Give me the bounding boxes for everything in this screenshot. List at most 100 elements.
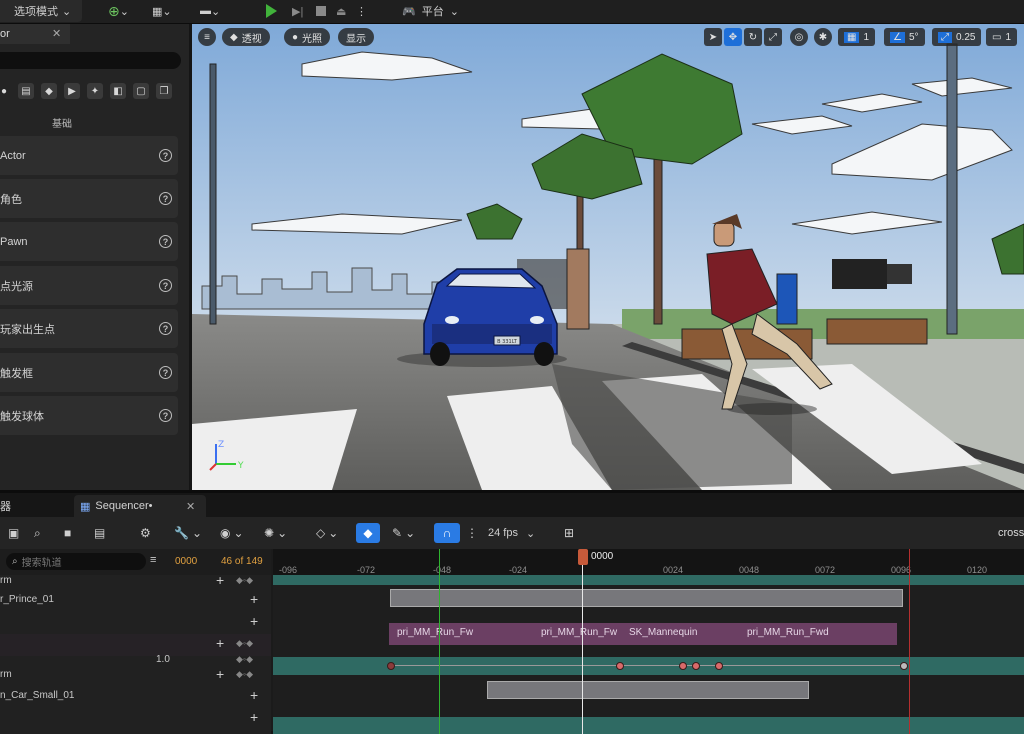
- timeline[interactable]: -096 -072 -048 -024 0024 0048 0072 0096 …: [273, 549, 1024, 734]
- track-search-input[interactable]: ⌕ 搜索轨道: [6, 553, 146, 570]
- panel-tab[interactable]: or ✕: [0, 24, 70, 44]
- track-row[interactable]: r_Prince_01 +: [0, 590, 271, 612]
- play-button[interactable]: [266, 0, 277, 22]
- surface-snap-button[interactable]: ✱: [814, 28, 832, 46]
- cinematics-button[interactable]: ▬ ⌄: [200, 0, 220, 22]
- geometry-icon[interactable]: ▢: [133, 83, 149, 99]
- viewport-menu-button[interactable]: ≡: [198, 28, 216, 46]
- anim-clip[interactable]: pri_MM_Run_Fw: [397, 627, 497, 645]
- anim-clip[interactable]: pri_MM_Run_Fw: [541, 627, 621, 645]
- show-button[interactable]: 显示: [338, 28, 374, 46]
- filter-icon[interactable]: ≡: [150, 554, 156, 566]
- rotate-tool-button[interactable]: ↻: [744, 28, 762, 46]
- mode-selector-button[interactable]: 选项模式 ⌄: [0, 0, 82, 22]
- translate-tool-button[interactable]: ✥: [724, 28, 742, 46]
- keyframe[interactable]: [387, 662, 395, 670]
- track-row[interactable]: rm + ◆◦◆: [0, 665, 271, 687]
- platform-button[interactable]: 🎮 平台 ⌄: [402, 0, 459, 22]
- camera-button[interactable]: ■: [64, 523, 71, 543]
- close-icon[interactable]: ✕: [52, 27, 61, 40]
- snap-options-button[interactable]: ⋮: [466, 523, 478, 543]
- transform-lane[interactable]: [273, 717, 1024, 734]
- track-row[interactable]: +: [0, 612, 271, 634]
- actor-lane[interactable]: [273, 585, 1024, 623]
- add-icon[interactable]: +: [216, 572, 224, 588]
- level-viewport[interactable]: B 331LT Z Y ≡ ◆ 透视 ● 光照 显示 ➤ ✥ ↻ ⤢ ◎ ✱ ▦…: [192, 24, 1024, 490]
- add-icon[interactable]: +: [216, 635, 224, 651]
- edit-mode-button[interactable]: ✎ ⌄: [392, 523, 415, 543]
- play-options-button[interactable]: ⋮: [356, 0, 367, 22]
- help-icon[interactable]: ?: [159, 279, 172, 292]
- add-actor-button[interactable]: ⊕ ⌄: [108, 0, 129, 22]
- scale-snap-button[interactable]: ⤢ 0.25: [932, 28, 982, 46]
- step-button[interactable]: ▶|: [292, 0, 303, 22]
- keyframe[interactable]: [692, 662, 700, 670]
- actions-button[interactable]: ⚙: [140, 523, 151, 543]
- time-ruler[interactable]: -096 -072 -048 -024 0024 0048 0072 0096 …: [273, 549, 1024, 575]
- grid-snap-button[interactable]: ▦ 1: [838, 28, 876, 46]
- track-row[interactable]: +: [0, 708, 271, 730]
- autokey-button[interactable]: ◆: [356, 523, 380, 543]
- find-asset-button[interactable]: ⌕: [34, 523, 41, 543]
- camera-speed-button[interactable]: ▭ 1: [986, 28, 1018, 46]
- cinematic-icon[interactable]: ▤: [18, 83, 34, 99]
- search-input[interactable]: [0, 52, 181, 69]
- start-range-marker[interactable]: [439, 549, 440, 734]
- keyframe[interactable]: [900, 662, 908, 670]
- view-options-button[interactable]: ◉ ⌄: [220, 523, 244, 543]
- playhead-line[interactable]: [582, 549, 583, 734]
- anim-clip[interactable]: SK_Mannequin: [629, 627, 705, 645]
- keyframe[interactable]: [616, 662, 624, 670]
- car-clip[interactable]: [487, 681, 809, 699]
- perspective-button[interactable]: ◆ 透视: [222, 28, 270, 46]
- help-icon[interactable]: ?: [159, 366, 172, 379]
- key-nav-icon[interactable]: ◆◦◆: [236, 638, 253, 649]
- playhead-handle[interactable]: [578, 549, 588, 565]
- help-icon[interactable]: ?: [159, 235, 172, 248]
- render-button[interactable]: ▤: [94, 523, 105, 543]
- keyframe[interactable]: [715, 662, 723, 670]
- help-icon[interactable]: ?: [159, 322, 172, 335]
- light-bulb-icon[interactable]: ●: [0, 83, 12, 99]
- car-lane[interactable]: [273, 675, 1024, 734]
- eject-button[interactable]: ⏏: [336, 0, 346, 22]
- add-icon[interactable]: +: [250, 591, 258, 607]
- volume-icon[interactable]: ◧: [110, 83, 126, 99]
- key-nav-icon[interactable]: ◆◦◆: [236, 654, 253, 665]
- actor-item[interactable]: 触发框 ?: [0, 353, 178, 392]
- track-row[interactable]: n_Car_Small_01 +: [0, 686, 271, 708]
- close-icon[interactable]: ✕: [186, 500, 195, 513]
- key-nav-icon[interactable]: ◆◦◆: [236, 575, 253, 586]
- key-nav-icon[interactable]: ◆◦◆: [236, 669, 253, 680]
- actor-item[interactable]: Pawn ?: [0, 222, 178, 261]
- rotation-snap-button[interactable]: ∠ 5°: [884, 28, 925, 46]
- actor-item[interactable]: 触发球体 ?: [0, 396, 178, 435]
- current-frame-field[interactable]: 0000: [175, 556, 197, 567]
- keyframe[interactable]: [679, 662, 687, 670]
- shape-icon[interactable]: ◆: [41, 83, 57, 99]
- blueprint-button[interactable]: ▦ ⌄: [152, 0, 172, 22]
- anim-clip[interactable]: pri_MM_Run_Fwd: [747, 627, 847, 645]
- help-icon[interactable]: ?: [159, 409, 172, 422]
- end-range-marker[interactable]: [909, 549, 910, 734]
- media-icon[interactable]: ▶: [64, 83, 80, 99]
- world-local-button[interactable]: ◎: [790, 28, 808, 46]
- actor-item[interactable]: 点光源 ?: [0, 266, 178, 305]
- all-classes-icon[interactable]: ❐: [156, 83, 172, 99]
- add-icon[interactable]: +: [250, 613, 258, 629]
- help-icon[interactable]: ?: [159, 149, 172, 162]
- tab-sequencer[interactable]: ▦ Sequencer• ✕: [74, 495, 206, 517]
- save-sequence-button[interactable]: ▣: [8, 523, 19, 543]
- tab-left[interactable]: 器: [0, 495, 70, 517]
- effects-icon[interactable]: ✦: [87, 83, 103, 99]
- tools-menu-button[interactable]: 🔧 ⌄: [174, 523, 202, 543]
- add-icon[interactable]: +: [250, 709, 258, 725]
- add-icon[interactable]: +: [216, 666, 224, 682]
- help-icon[interactable]: ?: [159, 192, 172, 205]
- snap-toggle-button[interactable]: ∩: [434, 523, 460, 543]
- fps-selector[interactable]: 24 fps ⌄: [488, 523, 535, 543]
- transform-lane[interactable]: [273, 657, 1024, 675]
- scale-tool-button[interactable]: ⤢: [764, 28, 782, 46]
- lit-mode-button[interactable]: ● 光照: [284, 28, 331, 46]
- actor-item[interactable]: Actor ?: [0, 136, 178, 175]
